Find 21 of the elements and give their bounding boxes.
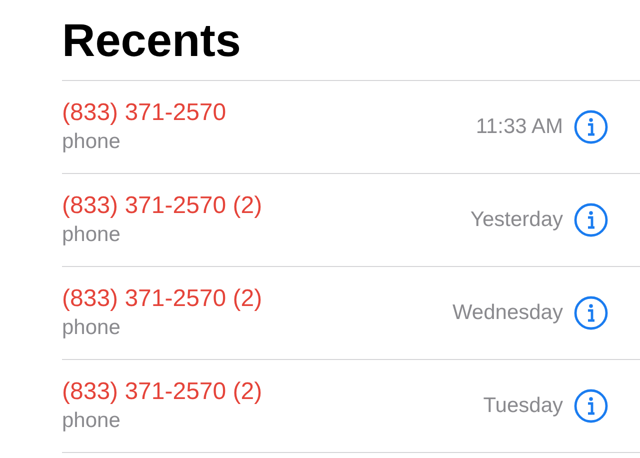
call-type: phone: [62, 408, 120, 434]
call-time: Wednesday: [452, 300, 563, 326]
info-icon: [574, 110, 608, 144]
info-button[interactable]: [574, 296, 608, 330]
call-time: Yesterday: [470, 207, 563, 234]
info-button[interactable]: [574, 389, 608, 423]
call-type: phone: [62, 315, 120, 341]
page-title: Recents: [62, 13, 241, 68]
call-type: phone: [62, 129, 120, 155]
caller-name: (833) 371-2570 (2): [62, 191, 262, 221]
caller-name: (833) 371-2570 (2): [62, 377, 262, 407]
caller-name: (833) 371-2570: [62, 98, 226, 128]
call-time: Tuesday: [483, 393, 563, 420]
info-button[interactable]: [574, 110, 608, 144]
caller-name: (833) 371-2570 (2): [62, 284, 262, 314]
info-icon: [574, 296, 608, 330]
info-icon: [574, 203, 608, 237]
call-type: phone: [62, 222, 120, 248]
info-button[interactable]: [574, 203, 608, 237]
info-icon: [574, 389, 608, 423]
call-time: 11:33 AM: [476, 114, 563, 140]
